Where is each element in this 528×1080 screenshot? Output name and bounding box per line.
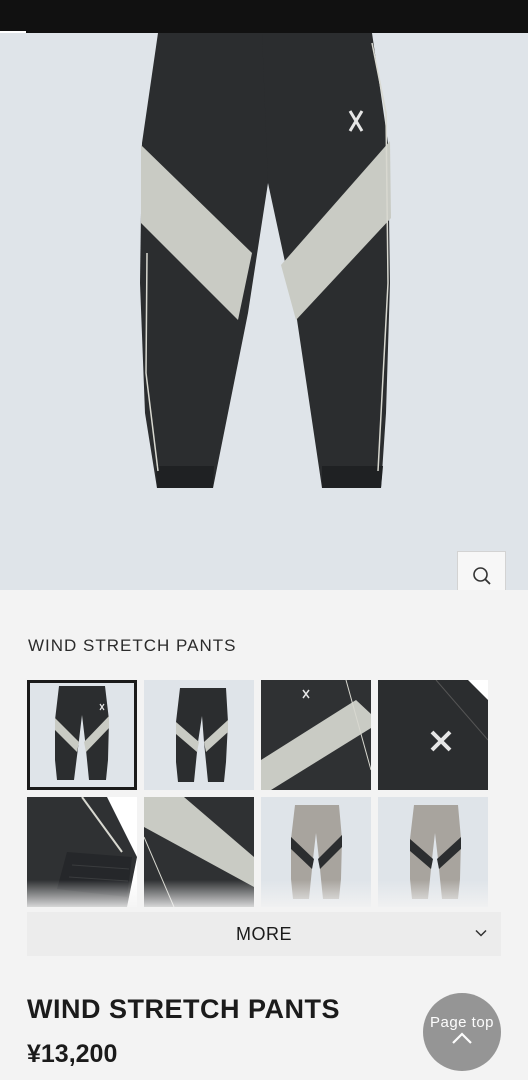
chevron-down-icon [475, 929, 487, 937]
pants-image [140, 33, 391, 488]
thumbnail-panel-detail[interactable] [261, 680, 371, 790]
page-top-button[interactable]: Page top [423, 993, 501, 1071]
thumbnail-front-view-alt[interactable] [144, 680, 254, 790]
thumbnail-front-view[interactable] [27, 680, 137, 790]
product-main-image[interactable] [0, 33, 528, 590]
thumbnail-logo-detail[interactable] [378, 680, 488, 790]
search-icon [472, 566, 491, 585]
product-subtitle: WIND STRETCH PANTS [28, 636, 237, 655]
top-bar [0, 0, 528, 33]
product-title: WIND STRETCH PANTS [27, 994, 340, 1024]
more-button-label: MORE [236, 923, 292, 944]
product-price: ¥13,200 [27, 1040, 118, 1068]
thumbnail-gallery [27, 680, 492, 907]
page-top-label: Page top [429, 1013, 495, 1031]
chevron-up-icon [452, 1031, 472, 1044]
gallery-fade [0, 880, 528, 910]
more-button[interactable]: MORE [27, 912, 501, 956]
